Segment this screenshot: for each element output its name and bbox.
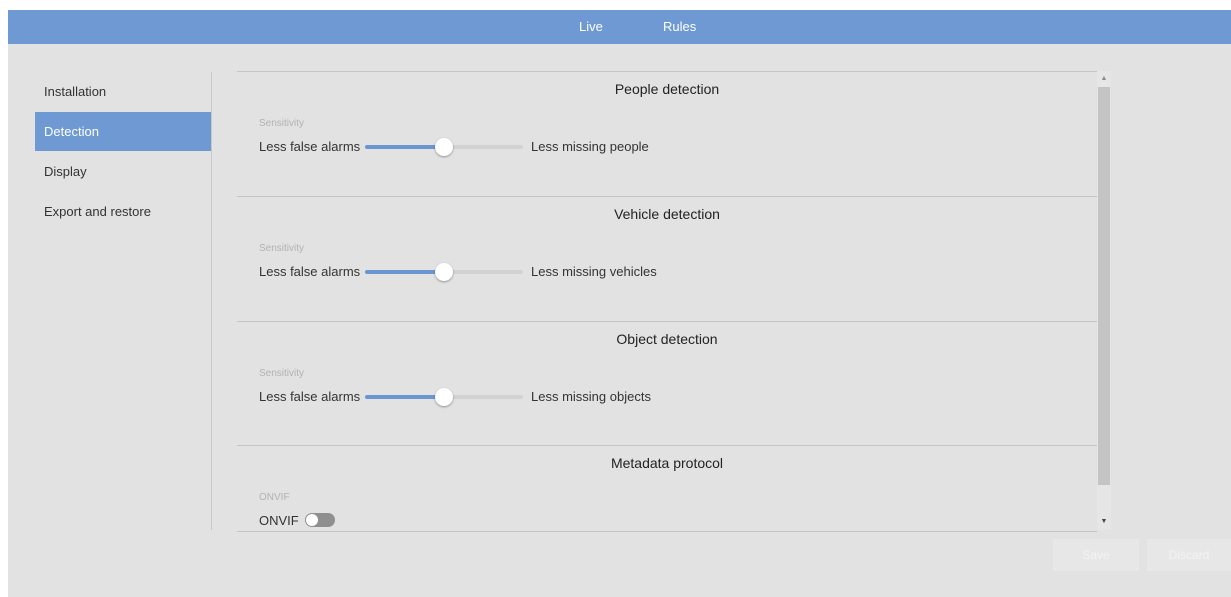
slider-fill bbox=[365, 395, 444, 399]
people-detection-section: People detection Sensitivity Less false … bbox=[237, 72, 1097, 196]
detection-settings-panel: People detection Sensitivity Less false … bbox=[237, 71, 1097, 532]
slider-fill bbox=[365, 270, 444, 274]
top-navigation-bar: Live Rules bbox=[8, 10, 1231, 44]
vehicle-sensitivity-slider[interactable] bbox=[365, 263, 523, 281]
object-sensitivity-slider[interactable] bbox=[365, 388, 523, 406]
discard-button[interactable]: Discard bbox=[1147, 539, 1231, 571]
slider-thumb[interactable] bbox=[435, 263, 453, 281]
sidebar-item-detection[interactable]: Detection bbox=[35, 112, 211, 151]
slider-fill bbox=[365, 145, 444, 149]
slider-max-label: Less missing objects bbox=[531, 389, 651, 404]
nav-live[interactable]: Live bbox=[579, 10, 603, 44]
app-window: Live Rules Installation Detection Displa… bbox=[8, 10, 1231, 597]
people-sensitivity-slider[interactable] bbox=[365, 138, 523, 156]
scrollbar-thumb[interactable] bbox=[1098, 87, 1110, 485]
sidebar-item-export-and-restore[interactable]: Export and restore bbox=[35, 192, 211, 231]
scrollbar[interactable]: ▲ ▼ bbox=[1097, 71, 1111, 530]
sensitivity-label: Sensitivity bbox=[259, 118, 305, 129]
sidebar: Installation Detection Display Export an… bbox=[35, 72, 212, 530]
save-button[interactable]: Save bbox=[1053, 539, 1139, 571]
scroll-down-arrow-icon[interactable]: ▼ bbox=[1097, 515, 1111, 529]
slider-thumb[interactable] bbox=[435, 388, 453, 406]
sidebar-item-installation[interactable]: Installation bbox=[35, 72, 211, 111]
metadata-protocol-section: Metadata protocol ONVIF ONVIF bbox=[237, 445, 1097, 531]
slider-min-label: Less false alarms bbox=[259, 389, 361, 404]
slider-thumb[interactable] bbox=[435, 138, 453, 156]
nav-rules[interactable]: Rules bbox=[663, 10, 696, 44]
onvif-toggle[interactable] bbox=[305, 513, 335, 527]
onvif-toggle-label: ONVIF bbox=[259, 513, 299, 528]
slider-max-label: Less missing vehicles bbox=[531, 264, 657, 279]
sidebar-item-display[interactable]: Display bbox=[35, 152, 211, 191]
scroll-up-arrow-icon[interactable]: ▲ bbox=[1097, 72, 1111, 86]
object-detection-section: Object detection Sensitivity Less false … bbox=[237, 321, 1097, 446]
section-title: Vehicle detection bbox=[614, 206, 720, 222]
section-title: Object detection bbox=[616, 331, 718, 347]
slider-min-label: Less false alarms bbox=[259, 139, 361, 154]
section-title: Metadata protocol bbox=[610, 455, 724, 471]
vehicle-detection-section: Vehicle detection Sensitivity Less false… bbox=[237, 196, 1097, 321]
slider-max-label: Less missing people bbox=[531, 139, 649, 154]
sensitivity-label: Sensitivity bbox=[259, 368, 305, 379]
slider-min-label: Less false alarms bbox=[259, 264, 361, 279]
onvif-field-label: ONVIF bbox=[259, 492, 290, 503]
section-title: People detection bbox=[614, 81, 720, 97]
sensitivity-label: Sensitivity bbox=[259, 243, 305, 254]
toggle-knob bbox=[306, 514, 318, 526]
